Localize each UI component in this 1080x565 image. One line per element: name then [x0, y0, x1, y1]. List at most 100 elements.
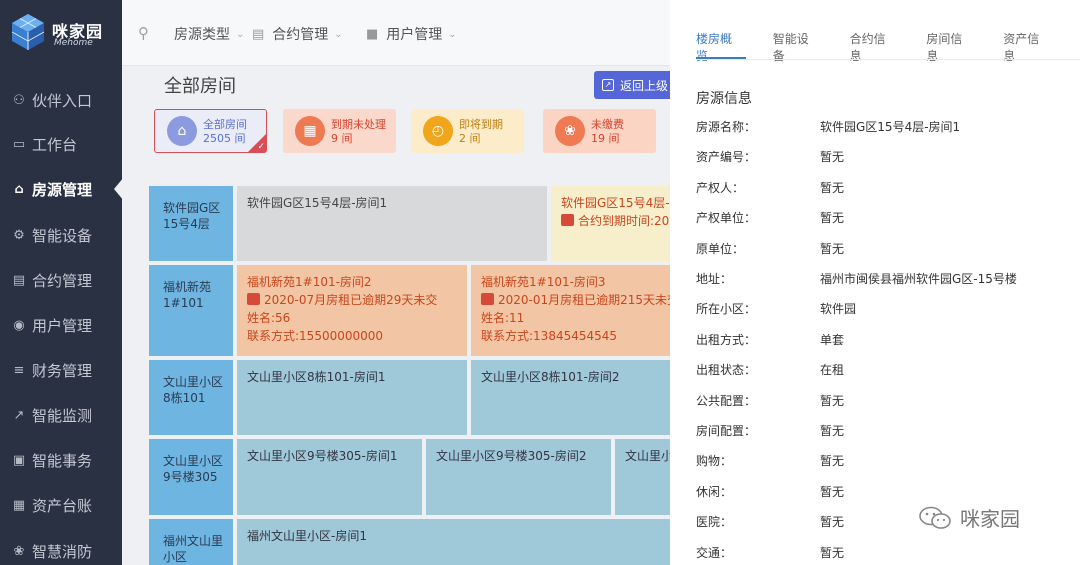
stat-card-3[interactable]: ❀ 未缴费 19 间	[543, 109, 656, 153]
room-name: 福机新苑1#101-房间2	[247, 275, 372, 289]
menu-label: 用户管理	[386, 27, 443, 43]
room-card[interactable]: 福机新苑1#101-房间2 2020-07月房租已逾期29天未交 姓名:56 联系方式…	[237, 265, 467, 356]
room-card[interactable]: 福机新苑1#101-房间3 2020-01月房租已逾期215天未交 姓名:11 联系方…	[471, 265, 670, 356]
menu-label: 房源类型	[174, 27, 230, 43]
info-value: 暂无	[820, 515, 845, 530]
menu-contract-management[interactable]: ▤ 合约管理 ⌄	[252, 24, 343, 44]
money-bag-icon: ❀	[555, 116, 585, 146]
laptop-icon: ▭	[12, 136, 26, 152]
chevron-down-icon: ⌄	[334, 28, 343, 40]
info-value: 暂无	[820, 424, 845, 438]
info-value: 软件园G区15号4层-房间1	[820, 120, 961, 134]
building-label[interactable]: 软件园G区15号4层	[149, 186, 233, 261]
calendar-icon	[561, 214, 574, 226]
logo[interactable]: 咪家园 Mehome	[0, 0, 122, 66]
sidebar-item-4[interactable]: ▤ 合约管理	[0, 260, 122, 300]
building-label[interactable]: 文山里小区8栋101	[149, 360, 233, 435]
wechat-watermark: 咪家园	[918, 503, 1020, 532]
sidebar-item-0[interactable]: ⚇ 伙伴入口	[0, 80, 122, 120]
document-icon: ▤	[12, 272, 26, 288]
stat-card-1[interactable]: ▦ 到期未处理 9 间	[283, 109, 396, 153]
stat-card-0[interactable]: ⌂ 全部房间 2505 间 ✓	[154, 109, 267, 153]
detail-panel: 楼房概览 智能设备 合约信息 房间信息 资产信息 房源信息 房源名称： 软件园G区15号4…	[670, 0, 1080, 565]
info-row: 原单位： 暂无	[696, 240, 1080, 260]
sidebar-item-label: 智能事务	[32, 451, 93, 470]
watermark-text: 咪家园	[960, 507, 1020, 531]
room-card[interactable]: 文山里小区8栋101-房间2	[471, 360, 670, 435]
stat-label: 未缴费	[591, 117, 624, 131]
room-card[interactable]: 软件园G区15号4层-房间2 合约到期时间:2020-07-30	[551, 186, 670, 261]
room-detail-text: 2020-01月房租已逾期215天未交	[498, 293, 670, 307]
sidebar-item-3[interactable]: ⚙ 智能设备	[0, 215, 122, 255]
stat-label: 全部房间	[203, 117, 247, 131]
sidebar-item-label: 财务管理	[32, 361, 93, 380]
sidebar-item-label: 资产台账	[32, 496, 93, 515]
room-name: 文山里小区9号楼305-房间1	[247, 449, 398, 463]
info-label: 房源名称：	[696, 120, 757, 134]
ledger-icon: ▦	[12, 497, 26, 513]
sidebar-item-2[interactable]: ⌂ 房源管理	[0, 169, 122, 209]
sidebar-item-7[interactable]: ↗ 智能监测	[0, 395, 122, 435]
room-detail-text: 姓名:11	[481, 311, 525, 325]
room-name: 文山里小区8栋101-房间1	[247, 370, 386, 384]
room-card[interactable]: 文山里小区9号楼305-房间3	[615, 439, 670, 515]
calendar-icon	[247, 293, 260, 305]
sidebar-item-label: 伙伴入口	[32, 91, 93, 110]
section-title: 房源信息	[696, 91, 752, 107]
fire-icon: ❀	[13, 543, 25, 559]
info-row: 出租状态： 在租	[696, 361, 1080, 381]
room-detail-text: 合约到期时间:2020-07-30	[578, 214, 670, 228]
sidebar-item-8[interactable]: ▣ 智能事务	[0, 440, 122, 480]
info-row: 出租方式： 单套	[696, 331, 1080, 351]
info-row: 所在小区： 软件园	[696, 300, 1080, 320]
sidebar-item-10[interactable]: ❀ 智慧消防	[0, 531, 122, 565]
sidebar-item-label: 智能监测	[32, 406, 93, 425]
sidebar-item-5[interactable]: ◉ 用户管理	[0, 305, 122, 345]
check-icon: ✓	[257, 142, 265, 152]
room-detail-line: 合约到期时间:2020-07-30	[561, 212, 670, 230]
sidebar-item-9[interactable]: ▦ 资产台账	[0, 485, 122, 525]
user-icon: ◉	[13, 317, 25, 333]
building-label[interactable]: 福机新苑1#101	[149, 265, 233, 356]
room-detail-text: 姓名:56	[247, 311, 291, 325]
building-label[interactable]: 文山里小区9号楼305	[149, 439, 233, 515]
search-icon[interactable]: ⚲	[138, 24, 149, 42]
back-icon: ↗	[602, 79, 614, 91]
menu-user-management[interactable]: ■ 用户管理 ⌄	[366, 24, 457, 44]
room-name: 福州文山里小区-房间1	[247, 529, 367, 543]
stat-text: 即将到期 2 间	[459, 118, 503, 145]
info-value: 福州市闽侯县福州软件园G区-15号楼	[820, 272, 1017, 286]
info-row: 地址： 福州市闽侯县福州软件园G区-15号楼	[696, 270, 1080, 290]
calendar-icon: ▦	[295, 116, 325, 146]
room-card[interactable]: 文山里小区8栋101-房间1	[237, 360, 467, 435]
wechat-icon	[919, 506, 951, 529]
stat-label: 即将到期	[459, 117, 503, 131]
room-name: 软件园G区15号4层-房间2	[561, 196, 670, 210]
info-row: 产权单位： 暂无	[696, 209, 1080, 229]
room-detail-line: 姓名:11	[481, 309, 670, 327]
info-row: 交通： 暂无	[696, 544, 1080, 564]
room-card[interactable]: 软件园G区15号4层-房间1	[237, 186, 547, 261]
menu-label: 合约管理	[272, 27, 329, 43]
gear-icon: ⚙	[13, 227, 25, 243]
sidebar-item-label: 房源管理	[32, 180, 93, 199]
info-value: 暂无	[820, 393, 845, 408]
info-value: 暂无	[820, 211, 845, 226]
sidebar-item-6[interactable]: ≡ 财务管理	[0, 350, 122, 390]
building-label[interactable]: 福州文山里小区	[149, 519, 233, 565]
room-card[interactable]: 文山里小区9号楼305-房间2	[426, 439, 611, 515]
info-value: 暂无	[820, 454, 845, 469]
sidebar-item-1[interactable]: ▭ 工作台	[0, 124, 122, 164]
stat-count: 9 间	[331, 131, 353, 145]
clock-icon: ◴	[423, 116, 453, 146]
room-detail-line: 姓名:56	[247, 309, 457, 327]
room-detail-text: 2020-07月房租已逾期29天未交	[264, 293, 438, 307]
stat-text: 未缴费 19 间	[591, 118, 624, 145]
room-card[interactable]: 福州文山里小区-房间1	[237, 519, 670, 565]
room-name: 福机新苑1#101-房间3	[481, 275, 606, 289]
info-value: 暂无	[820, 545, 845, 560]
room-card[interactable]: 文山里小区9号楼305-房间1	[237, 439, 422, 515]
info-row: 资产编号： 暂无	[696, 148, 1080, 168]
stat-card-2[interactable]: ◴ 即将到期 2 间	[411, 109, 524, 153]
menu-property-type[interactable]: 房源类型 ⌄	[166, 24, 244, 44]
